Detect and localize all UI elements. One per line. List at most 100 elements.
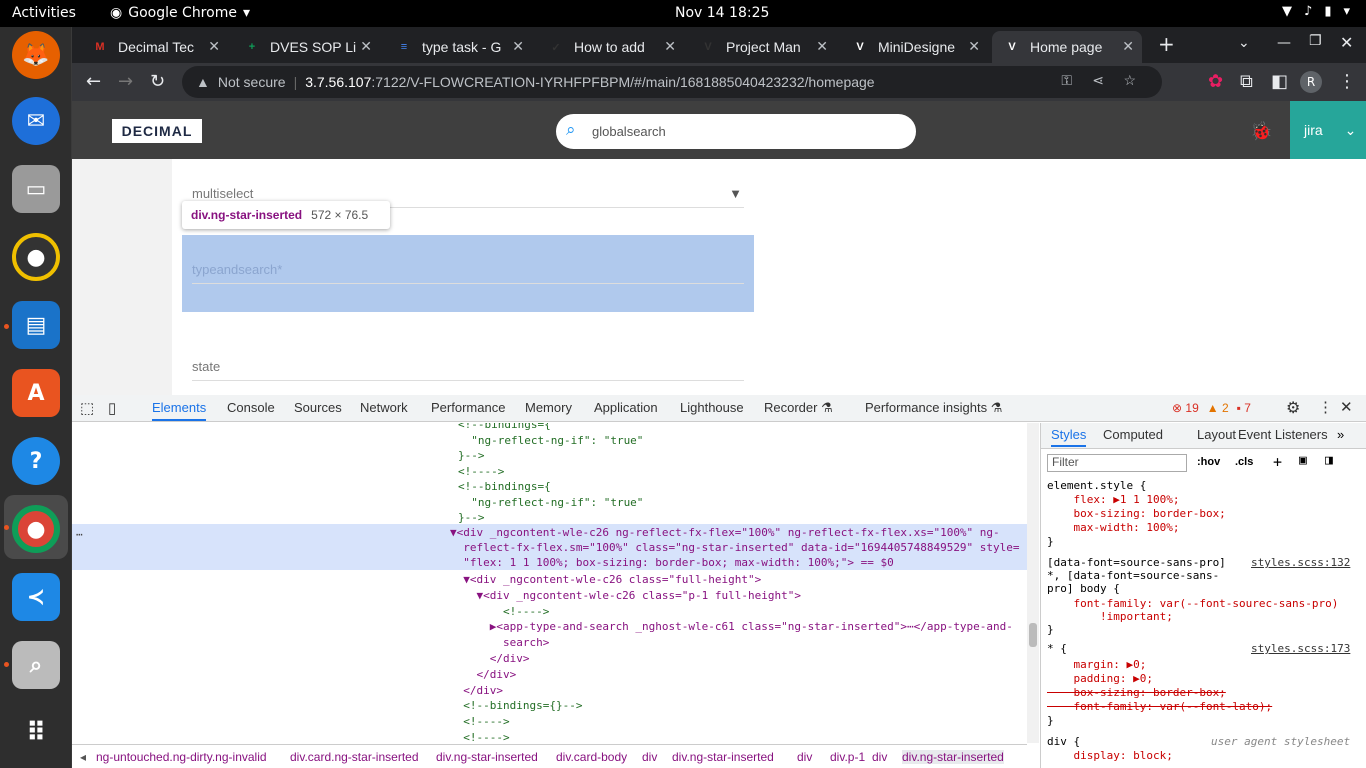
files-icon[interactable]: ▭ (12, 165, 60, 213)
dom-line[interactable]: ▼<div _ngcontent-wle-c26 class="full-hei… (450, 572, 761, 588)
extensions-icon[interactable]: ⧉ (1240, 71, 1253, 92)
dom-line[interactable]: }--> (458, 448, 485, 464)
css-rule-line[interactable]: max-width: 100%; (1047, 521, 1179, 534)
styles-filter-input[interactable]: Filter (1047, 454, 1187, 472)
elements-dom-tree[interactable]: ⋯ <!--bindings={ "ng-reflect-ng-if": "tr… (72, 423, 1027, 743)
css-rule-line[interactable]: element.style { (1047, 479, 1146, 492)
css-rule-line[interactable]: font-family: var(--font-lato); (1047, 700, 1272, 713)
node-ellipsis-icon[interactable]: ⋯ (76, 527, 83, 543)
new-tab-button[interactable]: + (1158, 32, 1175, 56)
dom-line[interactable]: <!----> (458, 464, 504, 480)
breadcrumb-item[interactable]: div.ng-star-inserted (436, 750, 538, 764)
devtools-tab[interactable]: Sources (294, 400, 342, 415)
source-link[interactable]: styles.scss:173 (1251, 642, 1350, 655)
css-rule-line[interactable]: padding: ▶0; (1047, 672, 1152, 685)
back-icon[interactable]: ← (86, 71, 101, 92)
writer-icon[interactable]: ▤ (12, 301, 60, 349)
tab-0[interactable]: M Decimal Tec ✕ (80, 31, 228, 63)
devtools-tab[interactable]: Lighthouse (680, 400, 744, 415)
breadcrumb-item[interactable]: div (797, 750, 812, 764)
css-rule-line[interactable]: font-family: var(--font-sourec-sans-pro) (1047, 597, 1338, 610)
devtools-tab[interactable]: Network (360, 400, 408, 415)
css-rule-line[interactable]: [data-font=source-sans-pro] (1047, 556, 1226, 569)
activities-button[interactable]: Activities (12, 5, 76, 21)
hov-toggle[interactable]: :hov (1197, 456, 1220, 468)
share-icon[interactable]: ⋖ (1092, 72, 1104, 89)
tab-search-icon[interactable]: ⌄ (1238, 35, 1250, 51)
forward-icon[interactable]: → (118, 71, 133, 92)
dom-line[interactable]: </div> (450, 683, 503, 699)
dom-line[interactable]: <!--bindings={ (458, 423, 551, 433)
color-extension-icon[interactable]: ✿ (1208, 71, 1223, 92)
devtools-tab[interactable]: Application (594, 400, 658, 415)
close-window-icon[interactable]: ✕ (1340, 33, 1353, 52)
minimize-icon[interactable]: — (1277, 35, 1291, 51)
css-rule-line[interactable]: flex: ▶1 1 100%; (1047, 493, 1179, 506)
system-tray[interactable]: ▼ ♪ ▮ ▾ (1282, 4, 1350, 19)
css-rule-line[interactable]: * { (1047, 642, 1067, 655)
maximize-icon[interactable]: ❐ (1309, 33, 1322, 49)
css-rule-line[interactable]: div { (1047, 735, 1080, 748)
source-link[interactable]: styles.scss:132 (1251, 556, 1350, 569)
close-tab-icon[interactable]: ✕ (1122, 38, 1134, 55)
breadcrumb-item[interactable]: ◂ (80, 750, 86, 764)
dom-scrollbar[interactable] (1027, 423, 1039, 743)
breadcrumb-item[interactable]: div.card-body (556, 750, 627, 764)
global-search-input[interactable]: ⌕ globalsearch (556, 114, 916, 149)
tab-5[interactable]: V MiniDesigne ✕ (840, 31, 988, 63)
devtools-tab[interactable]: Performance insights ⚗ (865, 400, 1002, 416)
close-tab-icon[interactable]: ✕ (512, 38, 524, 55)
dom-line[interactable]: <!----> (450, 714, 509, 730)
styles-tab[interactable]: Layout (1197, 427, 1236, 442)
css-rule-line[interactable]: !important; (1047, 610, 1173, 623)
devtools-tab[interactable]: Console (227, 400, 275, 415)
devtools-tab[interactable]: Performance (431, 400, 505, 415)
dom-line[interactable]: </div> (450, 651, 530, 667)
css-rule-line[interactable]: } (1047, 714, 1054, 727)
tab-1[interactable]: + DVES SOP Li ✕ (232, 31, 380, 63)
vscode-icon[interactable]: ≺ (12, 573, 60, 621)
close-tab-icon[interactable]: ✕ (816, 38, 828, 55)
styles-tab[interactable]: Styles (1051, 427, 1087, 447)
cls-toggle[interactable]: .cls (1235, 456, 1253, 468)
thunderbird-icon[interactable]: ✉ (12, 97, 60, 145)
breadcrumb-item[interactable]: div (642, 750, 657, 764)
close-tab-icon[interactable]: ✕ (664, 38, 676, 55)
bookmark-star-icon[interactable]: ☆ (1123, 72, 1136, 89)
issue-counters[interactable]: ⊗ 19 ▲ 2 ▪ 7 (1172, 401, 1251, 415)
more-tabs-icon[interactable]: » (1337, 427, 1344, 442)
dom-line[interactable]: <!----> (450, 604, 549, 620)
dom-line[interactable]: ▶<app-type-and-search _nghost-wle-c61 cl… (450, 619, 1013, 635)
devtools-tab[interactable]: Memory (525, 400, 572, 415)
apps-grid-icon[interactable]: ⠿ (12, 709, 60, 757)
tab-6[interactable]: V Home page ✕ (992, 31, 1142, 63)
selected-dom-line[interactable]: ▼<div _ngcontent-wle-c26 ng-reflect-fx-f… (450, 525, 1000, 541)
dom-line[interactable]: </div> (450, 667, 516, 683)
side-panel-icon[interactable]: ◧ (1271, 71, 1288, 92)
bug-report-icon[interactable]: 🐞 (1250, 121, 1272, 142)
devtools-tab[interactable]: Elements (152, 400, 207, 421)
device-toolbar-icon[interactable]: ▯ (108, 399, 116, 417)
close-tab-icon[interactable]: ✕ (360, 38, 372, 55)
devtools-tab[interactable]: Recorder ⚗ (764, 400, 833, 416)
breadcrumb-item[interactable]: div.ng-star-inserted (672, 750, 774, 764)
dom-line[interactable]: ▼<div _ngcontent-wle-c26 class="p-1 full… (450, 588, 801, 604)
styles-tab[interactable]: Event Listeners (1238, 427, 1328, 442)
profile-avatar[interactable]: R (1300, 71, 1322, 93)
css-rule-line[interactable]: margin: ▶0; (1047, 658, 1146, 671)
styles-tab[interactable]: Computed (1103, 427, 1163, 442)
dom-line[interactable]: <!--bindings={ (458, 479, 551, 495)
css-rule-line[interactable]: box-sizing: border-box; (1047, 686, 1225, 699)
paint-icon[interactable]: ▣ (1299, 453, 1307, 468)
tab-2[interactable]: ≡ type task - G ✕ (384, 31, 532, 63)
tab-4[interactable]: V Project Man ✕ (688, 31, 836, 63)
rhythmbox-icon[interactable]: ● (12, 233, 60, 281)
software-icon[interactable]: A (12, 369, 60, 417)
dom-line[interactable]: }--> (458, 510, 485, 526)
new-rule-icon[interactable]: + (1273, 453, 1282, 471)
css-rule-line[interactable]: } (1047, 535, 1054, 548)
dom-line[interactable]: "ng-reflect-ng-if": "true" (458, 433, 643, 449)
chrome-icon[interactable]: ● (12, 505, 60, 553)
css-rule-line[interactable]: pro] body { (1047, 582, 1120, 595)
sidebar-toggle-icon[interactable]: ◨ (1325, 453, 1333, 468)
